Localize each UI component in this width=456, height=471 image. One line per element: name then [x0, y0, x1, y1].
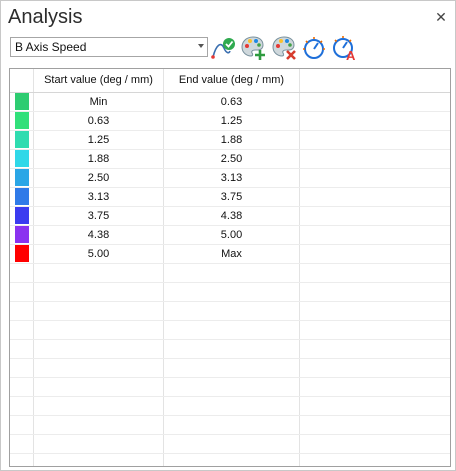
row-end-value[interactable]: Max [164, 245, 299, 264]
row-divider [10, 396, 450, 397]
analysis-panel: Analysis ✕ B Axis Speed A Start value (d… [0, 0, 456, 471]
apply-curve-button[interactable] [210, 35, 236, 61]
row-color-swatch[interactable] [15, 131, 29, 148]
panel-title: Analysis [8, 6, 83, 28]
row-end-value[interactable]: 1.25 [164, 112, 299, 131]
apply-curve-icon [211, 38, 235, 59]
row-start-value[interactable]: 1.88 [34, 150, 163, 169]
analysis-type-value: B Axis Speed [15, 40, 87, 54]
row-color-swatch[interactable] [15, 169, 29, 186]
row-start-value[interactable]: 2.50 [34, 169, 163, 188]
palette-add-icon [241, 36, 265, 60]
row-divider [10, 301, 450, 302]
row-start-value[interactable]: 3.13 [34, 188, 163, 207]
column-divider [299, 69, 300, 466]
row-divider [10, 377, 450, 378]
row-color-swatch[interactable] [15, 226, 29, 243]
row-end-value[interactable]: 3.13 [164, 169, 299, 188]
row-start-value[interactable]: 4.38 [34, 226, 163, 245]
dial-icon [303, 37, 325, 59]
dial-button[interactable] [302, 35, 328, 61]
analysis-type-select[interactable]: B Axis Speed [10, 37, 208, 57]
row-end-value[interactable]: 1.88 [164, 131, 299, 150]
row-start-value[interactable]: 5.00 [34, 245, 163, 264]
row-divider [10, 358, 450, 359]
row-divider [10, 320, 450, 321]
row-start-value[interactable]: 1.25 [34, 131, 163, 150]
row-divider [10, 339, 450, 340]
row-color-swatch[interactable] [15, 245, 29, 262]
palette-remove-icon [272, 36, 296, 60]
row-divider [10, 453, 450, 454]
row-start-value[interactable]: 3.75 [34, 207, 163, 226]
row-divider [10, 415, 450, 416]
chevron-down-icon [198, 44, 204, 48]
row-start-value[interactable]: 0.63 [34, 112, 163, 131]
row-end-value[interactable]: 4.38 [164, 207, 299, 226]
close-icon[interactable]: ✕ [434, 10, 448, 24]
row-end-value[interactable]: 3.75 [164, 188, 299, 207]
dial-auto-icon: A [333, 36, 356, 63]
row-color-swatch[interactable] [15, 188, 29, 205]
color-range-table: Start value (deg / mm) End value (deg / … [9, 68, 451, 467]
row-end-value[interactable]: 2.50 [164, 150, 299, 169]
palette-add-button[interactable] [241, 35, 267, 61]
row-color-swatch[interactable] [15, 112, 29, 129]
row-color-swatch[interactable] [15, 93, 29, 110]
header-end-value[interactable]: End value (deg / mm) [164, 69, 299, 92]
row-divider [10, 282, 450, 283]
row-start-value[interactable]: Min [34, 93, 163, 112]
row-color-swatch[interactable] [15, 207, 29, 224]
row-end-value[interactable]: 5.00 [164, 226, 299, 245]
palette-remove-button[interactable] [272, 35, 298, 61]
header-start-value[interactable]: Start value (deg / mm) [34, 69, 163, 92]
row-color-swatch[interactable] [15, 150, 29, 167]
row-divider [10, 434, 450, 435]
row-end-value[interactable]: 0.63 [164, 93, 299, 112]
dial-auto-button[interactable]: A [332, 35, 358, 63]
svg-text:A: A [346, 48, 356, 61]
